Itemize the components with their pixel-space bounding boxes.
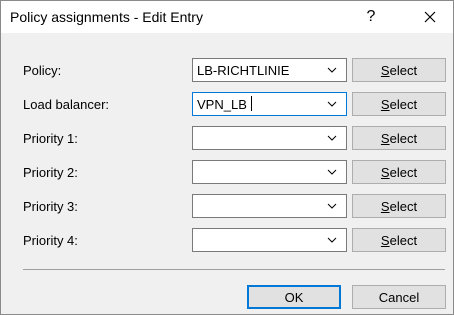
load-balancer-label: Load balancer: [23,97,110,112]
select-mnemonic: S [380,62,390,78]
select-label: elect [389,130,418,146]
policy-select-button[interactable]: Select [352,58,446,82]
priority-4-label: Priority 4: [23,233,78,248]
select-label: elect [389,164,418,180]
policy-value: LB-RICHTLINIE [197,63,290,78]
select-mnemonic: S [380,96,390,112]
chevron-down-icon[interactable] [327,101,337,108]
load-balancer-value[interactable]: VPN_LB [197,97,247,112]
priority-1-combobox[interactable] [192,126,347,150]
policy-combobox[interactable]: LB-RICHTLINIE [192,58,347,82]
priority-1-row: Priority 1: Select [1,126,453,152]
separator [23,269,445,270]
chevron-down-icon[interactable] [327,67,337,74]
select-label: elect [389,198,418,214]
priority-3-select-button[interactable]: Select [352,194,446,218]
select-label: elect [389,62,418,78]
close-icon [424,11,436,23]
priority-4-combobox[interactable] [192,228,347,252]
policy-row: Policy: LB-RICHTLINIE Select [1,58,453,84]
select-label: elect [389,96,418,112]
close-button[interactable] [407,1,453,33]
chevron-down-icon[interactable] [327,237,337,244]
priority-3-row: Priority 3: Select [1,194,453,220]
select-mnemonic: S [380,232,390,248]
chevron-down-icon[interactable] [327,135,337,142]
policy-label: Policy: [23,63,62,78]
load-balancer-row: Load balancer: VPN_LB Select [1,92,453,118]
edit-entry-dialog: Policy assignments - Edit Entry ? Policy… [0,0,454,315]
load-balancer-combobox[interactable]: VPN_LB [192,92,347,116]
chevron-down-icon[interactable] [327,203,337,210]
ok-button[interactable]: OK [247,285,341,309]
priority-3-label: Priority 3: [23,199,78,214]
priority-4-select-button[interactable]: Select [352,228,446,252]
priority-1-label: Priority 1: [23,131,78,146]
priority-2-label: Priority 2: [23,165,78,180]
priority-3-combobox[interactable] [192,194,347,218]
load-balancer-select-button[interactable]: Select [352,92,446,116]
priority-2-row: Priority 2: Select [1,160,453,186]
priority-2-combobox[interactable] [192,160,347,184]
chevron-down-icon[interactable] [327,169,337,176]
select-mnemonic: S [380,198,390,214]
title-bar: Policy assignments - Edit Entry ? [1,1,453,33]
help-button[interactable]: ? [348,1,394,33]
select-mnemonic: S [380,130,390,146]
priority-4-row: Priority 4: Select [1,228,453,254]
priority-2-select-button[interactable]: Select [352,160,446,184]
priority-1-select-button[interactable]: Select [352,126,446,150]
select-mnemonic: S [380,164,390,180]
cancel-button[interactable]: Cancel [352,285,446,309]
dialog-title: Policy assignments - Edit Entry [10,9,203,25]
select-label: elect [389,232,418,248]
text-cursor [251,96,252,111]
